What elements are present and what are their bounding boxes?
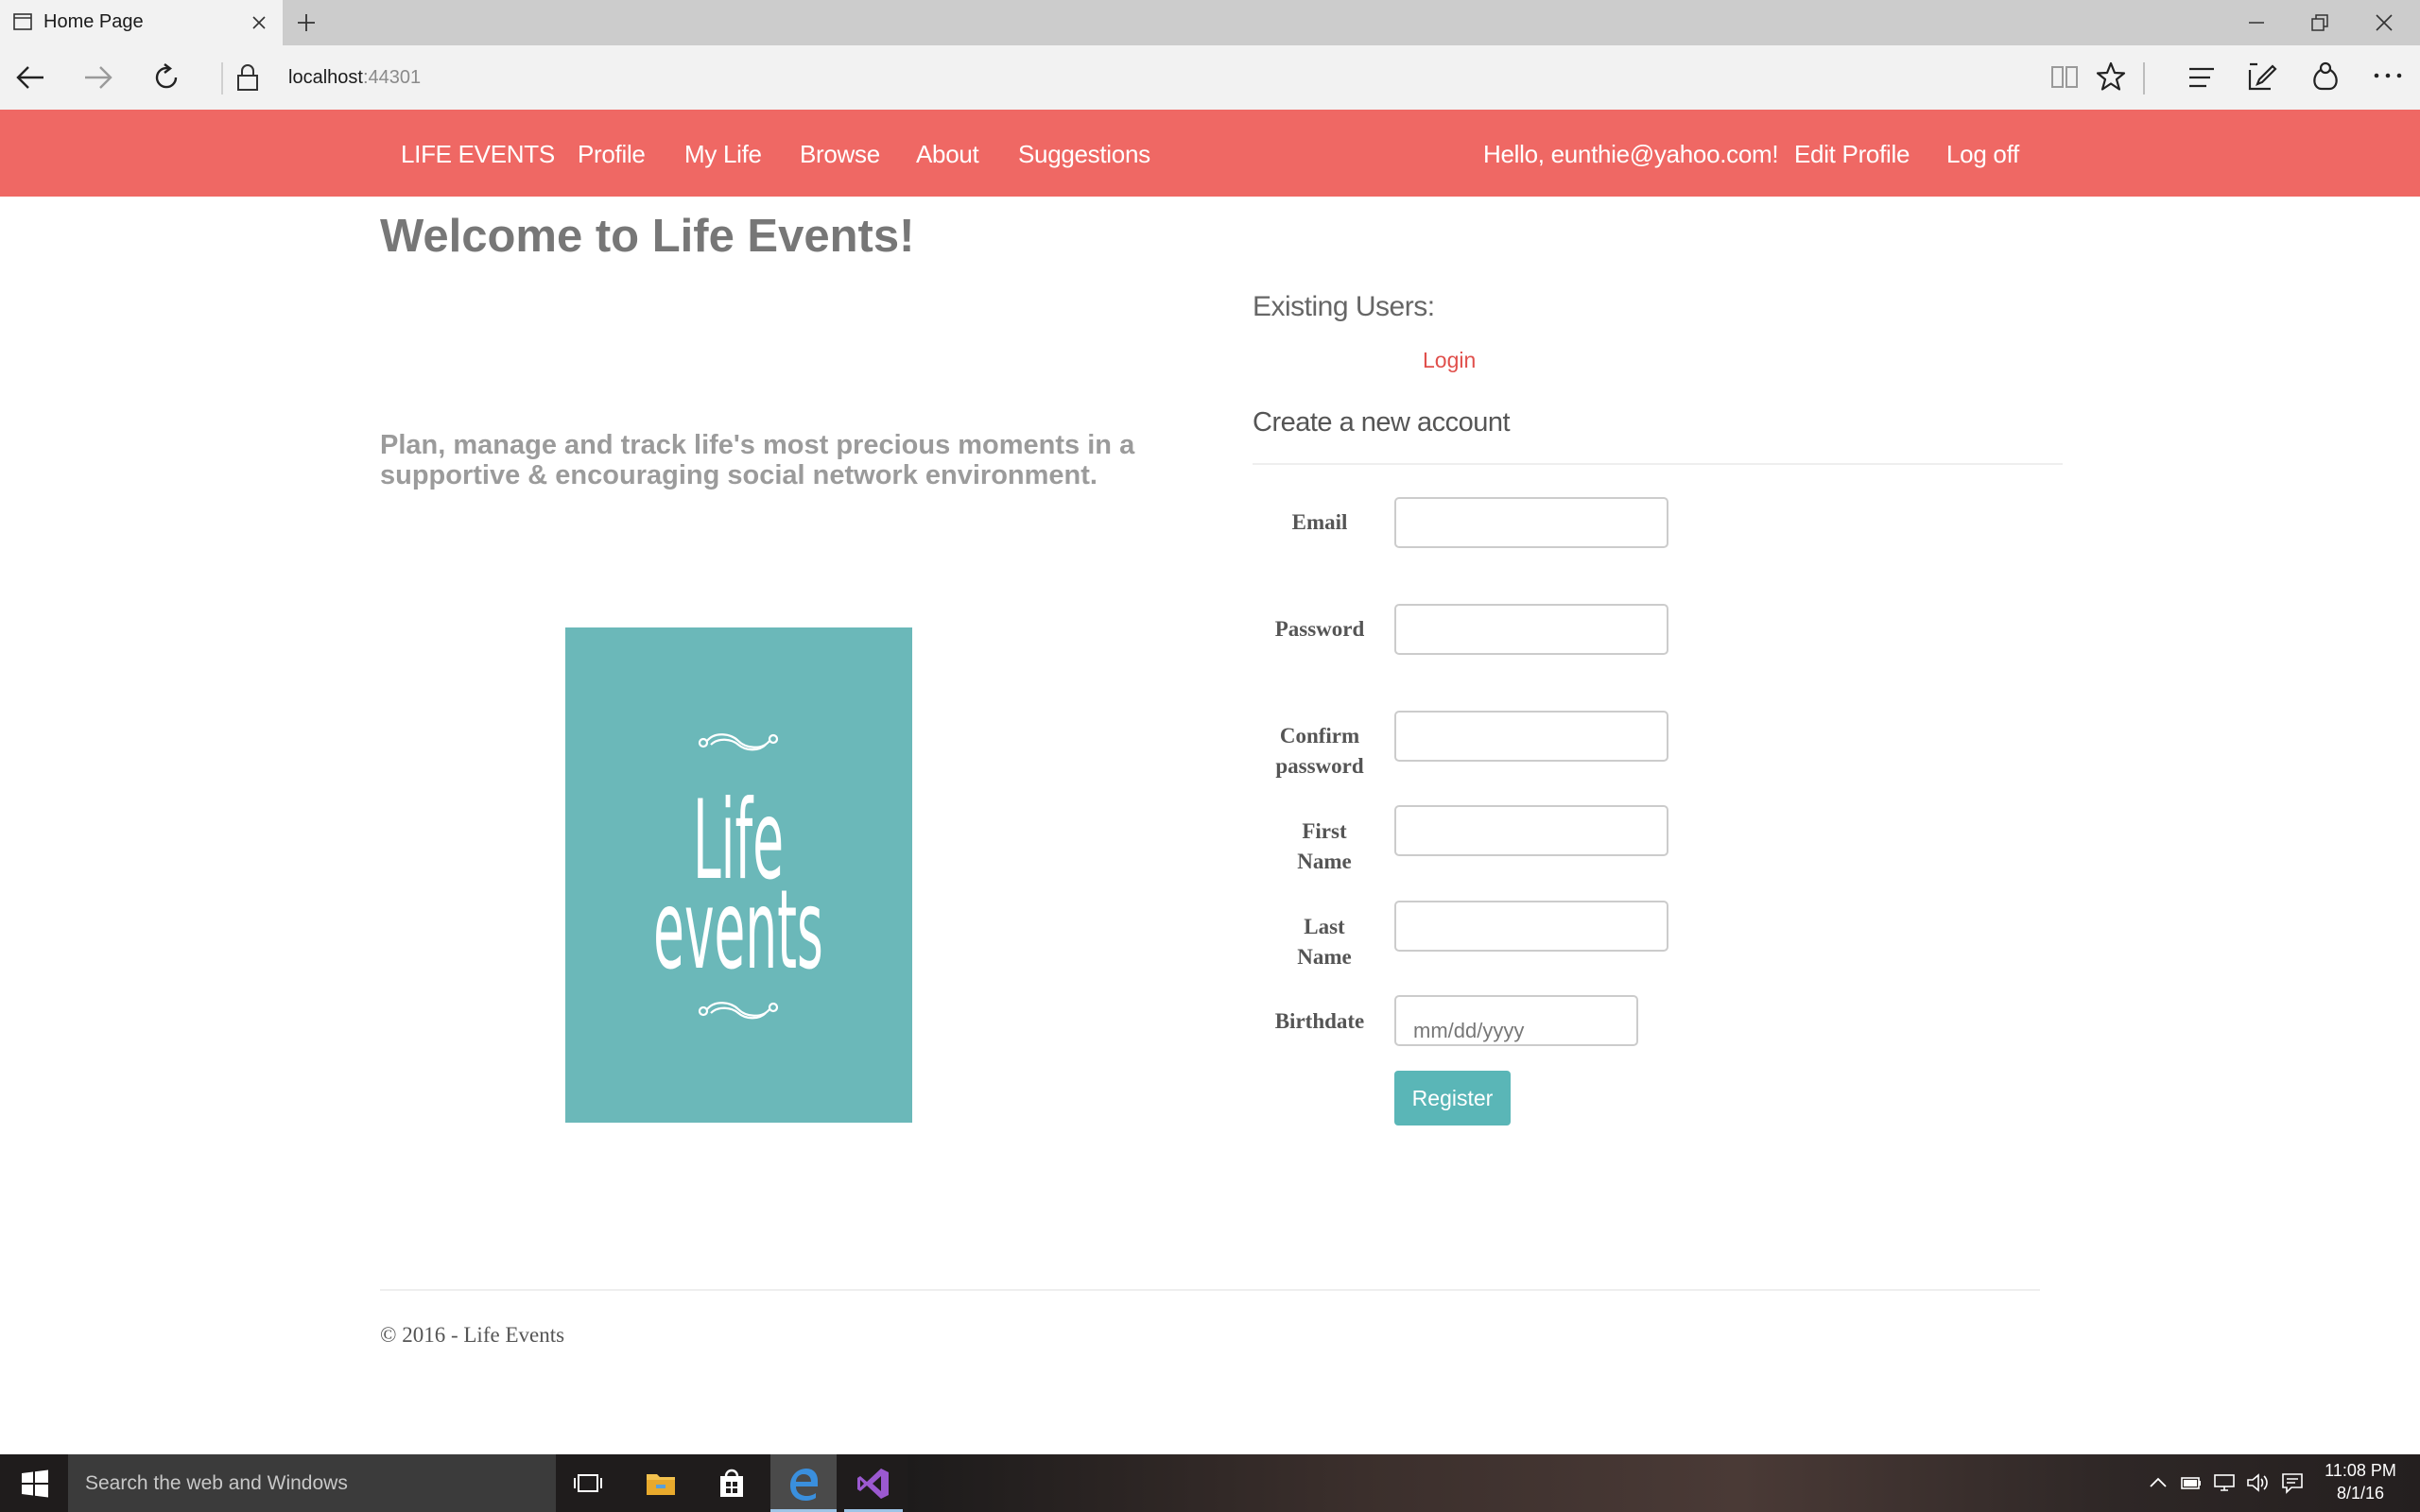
close-window-icon[interactable] — [2373, 11, 2395, 34]
nav-item-suggestions[interactable]: Suggestions — [1018, 138, 1150, 170]
nav-item-my-life[interactable]: My Life — [684, 138, 762, 170]
store-icon[interactable] — [712, 1464, 752, 1503]
toolbar-divider — [2143, 62, 2145, 94]
existing-users-heading: Existing Users: — [1253, 291, 1435, 322]
confirm-password-label: Confirm password — [1253, 721, 1387, 782]
first-name-field[interactable] — [1394, 805, 1668, 856]
web-note-icon[interactable] — [2246, 60, 2278, 93]
minimize-icon[interactable] — [2245, 13, 2268, 32]
flourish-bottom-icon — [698, 1002, 779, 1020]
browser-tab-strip — [0, 0, 2420, 45]
more-icon[interactable] — [2373, 68, 2403, 83]
nav-item-profile[interactable]: Profile — [578, 138, 646, 170]
volume-icon[interactable] — [2245, 1470, 2270, 1495]
last-name-label-line1: Last — [1304, 915, 1345, 938]
login-link[interactable]: Login — [1423, 346, 1476, 374]
visual-studio-icon[interactable] — [854, 1464, 893, 1503]
network-icon[interactable] — [2212, 1470, 2237, 1495]
tagline: Plan, manage and track life's most preci… — [380, 430, 1135, 490]
url-port: :44301 — [362, 67, 422, 88]
page-icon — [13, 13, 32, 30]
birthdate-field[interactable]: mm/dd/yyyy — [1394, 995, 1638, 1046]
address-divider — [221, 62, 223, 94]
logo-text-events: events — [653, 867, 823, 994]
nav-log-off[interactable]: Log off — [1946, 138, 2019, 170]
email-field[interactable] — [1394, 497, 1668, 548]
back-arrow-icon[interactable] — [13, 62, 47, 93]
nav-item-browse[interactable]: Browse — [800, 138, 880, 170]
confirm-password-label-line1: Confirm — [1279, 724, 1360, 747]
clock-time[interactable]: 11:08 PM — [2318, 1460, 2403, 1481]
hub-icon[interactable] — [2187, 64, 2216, 91]
first-name-label-line1: First — [1302, 819, 1347, 843]
file-explorer-icon[interactable] — [641, 1464, 681, 1503]
windows-start-icon[interactable] — [21, 1469, 49, 1498]
nav-brand[interactable]: LIFE EVENTS — [401, 138, 555, 170]
divider — [1253, 463, 2063, 465]
birthdate-label: Birthdate — [1274, 1009, 1365, 1033]
lock-icon[interactable] — [234, 62, 261, 93]
last-name-field[interactable] — [1394, 901, 1668, 952]
edge-browser-icon[interactable] — [784, 1464, 823, 1503]
page-title: Welcome to Life Events! — [380, 211, 915, 262]
reading-view-icon[interactable] — [2049, 62, 2080, 91]
action-center-icon[interactable] — [2280, 1470, 2305, 1495]
forward-arrow-icon[interactable] — [81, 62, 115, 93]
register-button[interactable]: Register — [1394, 1071, 1511, 1125]
password-label: Password — [1274, 617, 1365, 641]
password-field[interactable] — [1394, 604, 1668, 655]
url-host: localhost — [288, 67, 363, 88]
clock-date[interactable]: 8/1/16 — [2318, 1483, 2403, 1503]
site-navbar — [0, 110, 2420, 197]
share-icon[interactable] — [2308, 60, 2342, 93]
favorite-star-icon[interactable] — [2095, 60, 2127, 93]
task-view-icon[interactable] — [568, 1464, 608, 1503]
email-label: Email — [1291, 510, 1348, 534]
footer-divider — [380, 1289, 2040, 1291]
life-events-logo: Life events — [565, 627, 912, 1123]
confirm-password-label-line2: password — [1275, 754, 1364, 778]
last-name-label: Last Name — [1253, 912, 1396, 972]
tab-title: Home Page — [43, 11, 144, 32]
create-account-heading: Create a new account — [1253, 407, 1511, 438]
taskbar-search-placeholder: Search the web and Windows — [85, 1472, 348, 1494]
nav-greeting[interactable]: Hello, eunthie@yahoo.com! — [1483, 138, 1779, 170]
last-name-label-line2: Name — [1297, 945, 1352, 969]
flourish-top-icon — [698, 733, 779, 751]
first-name-label-line2: Name — [1297, 850, 1352, 873]
close-tab-icon[interactable] — [250, 13, 268, 32]
footer-copyright: © 2016 - Life Events — [380, 1323, 565, 1347]
chevron-up-icon[interactable] — [2146, 1470, 2170, 1495]
nav-edit-profile[interactable]: Edit Profile — [1794, 138, 1910, 170]
restore-icon[interactable] — [2308, 11, 2331, 34]
battery-icon[interactable] — [2179, 1470, 2204, 1495]
refresh-icon[interactable] — [149, 60, 183, 94]
url-field[interactable]: localhost:44301 — [288, 64, 421, 91]
confirm-password-field[interactable] — [1394, 711, 1668, 762]
new-tab-icon[interactable] — [295, 11, 318, 34]
first-name-label: First Name — [1253, 816, 1396, 877]
nav-item-about[interactable]: About — [916, 138, 979, 170]
